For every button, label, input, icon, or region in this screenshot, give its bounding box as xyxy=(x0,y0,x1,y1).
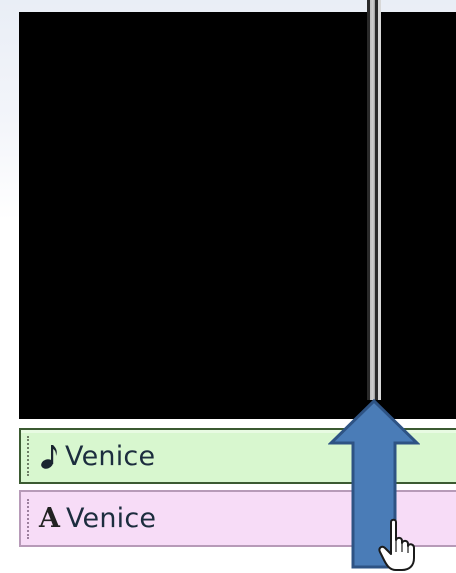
playhead-scrubber[interactable] xyxy=(367,0,381,400)
clip-trim-handle[interactable] xyxy=(27,498,29,539)
music-note-icon xyxy=(41,445,57,469)
audio-clip-label: Venice xyxy=(65,440,156,472)
clip-trim-handle[interactable] xyxy=(27,436,29,476)
title-clip-content: A Venice xyxy=(27,492,156,545)
title-text-icon: A xyxy=(39,503,60,534)
audio-clip-content: Venice xyxy=(27,430,155,482)
video-preview xyxy=(19,12,456,419)
title-clip-label: Venice xyxy=(65,503,157,534)
hand-cursor-icon xyxy=(378,518,415,571)
